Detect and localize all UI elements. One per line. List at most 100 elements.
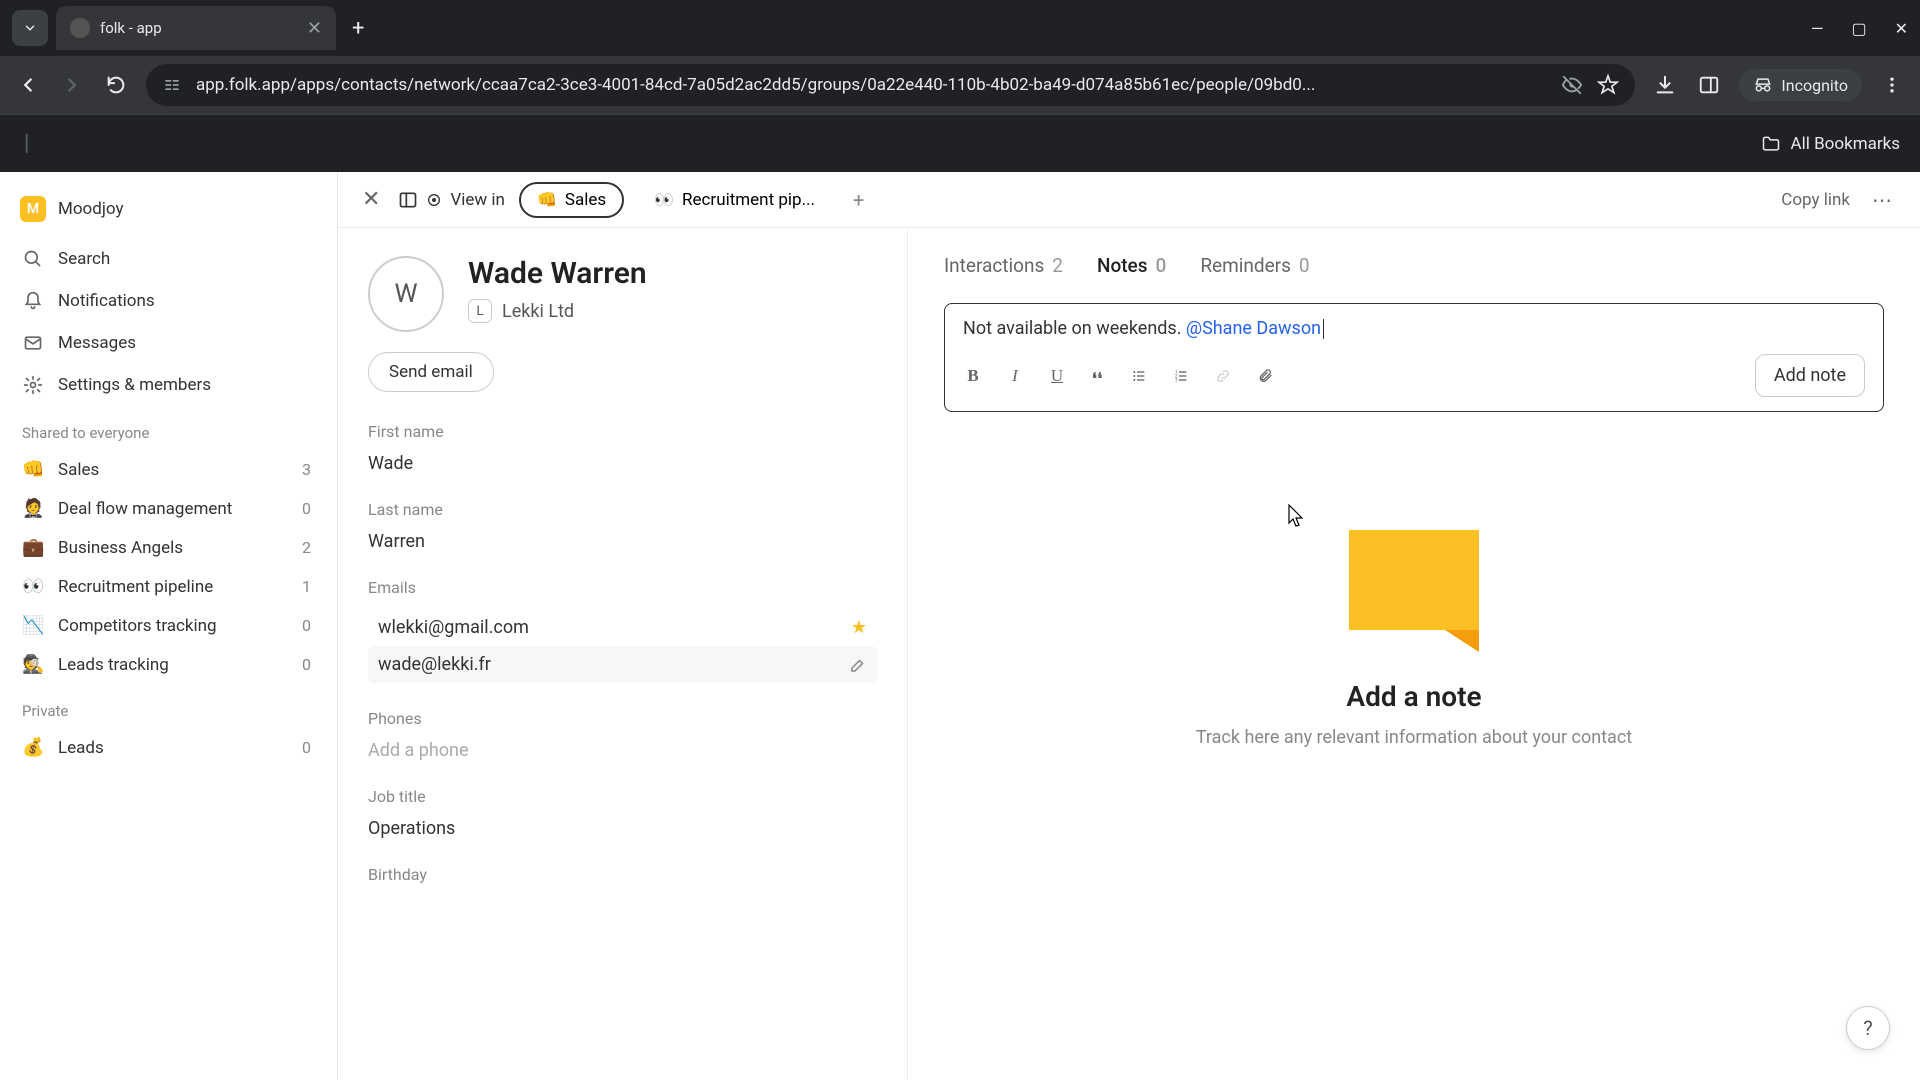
window-controls: — ▢ ✕ [1811, 19, 1908, 38]
sidebar-group-sales[interactable]: 👊 Sales 3 [0, 450, 337, 489]
app-root: M Moodjoy Search Notifications Messages … [0, 172, 1920, 1080]
quote-button[interactable] [1089, 368, 1109, 384]
pill-recruitment[interactable]: 👀 Recruitment pip... [638, 184, 831, 216]
back-button[interactable] [14, 71, 42, 99]
italic-button[interactable]: I [1005, 366, 1025, 386]
eye-off-icon[interactable] [1561, 74, 1583, 96]
sidebar-group-deal-flow[interactable]: 🤵 Deal flow management 0 [0, 489, 337, 528]
tab-label: Reminders [1200, 254, 1291, 277]
attachment-button[interactable] [1257, 368, 1277, 384]
chevron-down-icon [23, 21, 37, 35]
search-icon [22, 248, 44, 270]
close-window-icon[interactable]: ✕ [1895, 19, 1908, 38]
field-first-name: First name Wade [368, 422, 877, 474]
sidebar-shared-title: Shared to everyone [0, 406, 337, 450]
avatar[interactable]: W [368, 256, 444, 332]
sticky-note-icon [1349, 530, 1479, 630]
tabs: Interactions 2 Notes 0 Reminders 0 [944, 254, 1884, 277]
url-bar[interactable]: app.folk.app/apps/contacts/network/ccaa7… [146, 64, 1635, 106]
underline-button[interactable]: U [1047, 366, 1067, 386]
send-email-button[interactable]: Send email [368, 352, 494, 392]
sidebar-private-title: Private [0, 684, 337, 728]
empty-state-title: Add a note [1346, 680, 1481, 713]
sidebar-group-recruitment[interactable]: 👀 Recruitment pipeline 1 [0, 567, 337, 606]
sidebar-group-competitors[interactable]: 📉 Competitors tracking 0 [0, 606, 337, 645]
help-button[interactable]: ? [1846, 1006, 1890, 1050]
group-name: Deal flow management [58, 499, 288, 519]
more-menu-button[interactable]: ⋯ [1864, 184, 1900, 216]
reload-button[interactable] [102, 71, 130, 99]
numbered-list-button[interactable]: 123 [1173, 368, 1193, 384]
star-icon[interactable] [1597, 74, 1619, 96]
link-button[interactable] [1215, 368, 1235, 384]
sidebar-group-leads-tracking[interactable]: 🕵️ Leads tracking 0 [0, 645, 337, 684]
new-tab-button[interactable]: + [344, 12, 372, 45]
tab-close-icon[interactable]: ✕ [307, 18, 322, 39]
field-label: Last name [368, 500, 877, 519]
group-emoji: 🤵 [22, 498, 44, 519]
email-row-secondary[interactable]: wade@lekki.fr [368, 646, 877, 683]
svg-text:3: 3 [1175, 377, 1178, 383]
group-name: Sales [58, 460, 288, 480]
site-settings-icon[interactable] [162, 75, 182, 95]
bullet-list-button[interactable] [1131, 368, 1151, 384]
downloads-icon[interactable] [1651, 71, 1679, 99]
add-group-button[interactable]: + [845, 184, 872, 216]
tab-notes[interactable]: Notes 0 [1097, 254, 1166, 277]
browser-menu-icon[interactable] [1878, 71, 1906, 99]
maximize-icon[interactable]: ▢ [1851, 19, 1866, 38]
field-label: Birthday [368, 865, 877, 884]
group-name: Business Angels [58, 538, 288, 558]
group-count: 1 [302, 577, 315, 596]
email-row-primary[interactable]: wlekki@gmail.com ★ [368, 609, 877, 646]
bold-button[interactable]: B [963, 366, 983, 386]
all-bookmarks-link[interactable]: All Bookmarks [1791, 134, 1900, 154]
group-count: 0 [302, 738, 315, 757]
copy-link-button[interactable]: Copy link [1781, 190, 1850, 210]
group-name: Leads [58, 738, 288, 758]
group-emoji: 📉 [22, 615, 44, 636]
sidebar-search[interactable]: Search [0, 238, 337, 280]
pill-sales[interactable]: 👊 Sales [519, 182, 624, 218]
browser-tab[interactable]: folk - app ✕ [56, 6, 336, 50]
tab-count: 2 [1052, 254, 1063, 277]
note-editor[interactable]: Not available on weekends. @Shane Dawson… [944, 303, 1884, 412]
sidebar-messages[interactable]: Messages [0, 322, 337, 364]
group-name: Competitors tracking [58, 616, 288, 636]
field-value[interactable]: Wade [368, 453, 877, 474]
edit-icon[interactable] [849, 656, 867, 674]
contact-header-bar: ✕ View in 👊 Sales 👀 Recruitment pip... +… [338, 172, 1920, 228]
incognito-icon [1753, 75, 1773, 95]
sidebar-group-business-angels[interactable]: 💼 Business Angels 2 [0, 528, 337, 567]
side-panel-icon[interactable] [1695, 71, 1723, 99]
field-value[interactable]: Operations [368, 818, 877, 839]
tab-search-dropdown[interactable] [12, 10, 48, 46]
sidebar-notifications[interactable]: Notifications [0, 280, 337, 322]
browser-chrome: folk - app ✕ + — ▢ ✕ app.folk.app/apps/c… [0, 0, 1920, 172]
sidebar-notifications-label: Notifications [58, 291, 155, 311]
add-note-button[interactable]: Add note [1755, 354, 1865, 397]
empty-state: Add a note Track here any relevant infor… [944, 430, 1884, 1054]
close-panel-button[interactable]: ✕ [358, 183, 384, 216]
field-placeholder[interactable]: Add a phone [368, 740, 877, 761]
workspace-switcher[interactable]: M Moodjoy [0, 188, 337, 238]
contact-body: W Wade Warren L Lekki Ltd Send email Fir… [338, 228, 1920, 1080]
tab-interactions[interactable]: Interactions 2 [944, 254, 1063, 277]
email-value: wlekki@gmail.com [378, 617, 851, 638]
sidebar-settings[interactable]: Settings & members [0, 364, 337, 406]
folder-icon [1761, 134, 1781, 154]
field-value[interactable]: Warren [368, 531, 877, 552]
detail-panel[interactable]: W Wade Warren L Lekki Ltd Send email Fir… [338, 228, 908, 1080]
note-mention[interactable]: @Shane Dawson [1186, 318, 1321, 339]
star-icon[interactable]: ★ [851, 617, 867, 638]
forward-button[interactable] [58, 71, 86, 99]
pill-emoji: 👊 [537, 190, 557, 209]
group-count: 0 [302, 499, 315, 518]
incognito-badge[interactable]: Incognito [1739, 69, 1862, 101]
note-content[interactable]: Not available on weekends. @Shane Dawson [963, 318, 1865, 342]
contact-company[interactable]: L Lekki Ltd [468, 299, 647, 323]
minimize-icon[interactable]: — [1811, 19, 1824, 38]
company-name: Lekki Ltd [502, 301, 574, 322]
sidebar-group-leads[interactable]: 💰 Leads 0 [0, 728, 337, 767]
tab-reminders[interactable]: Reminders 0 [1200, 254, 1309, 277]
